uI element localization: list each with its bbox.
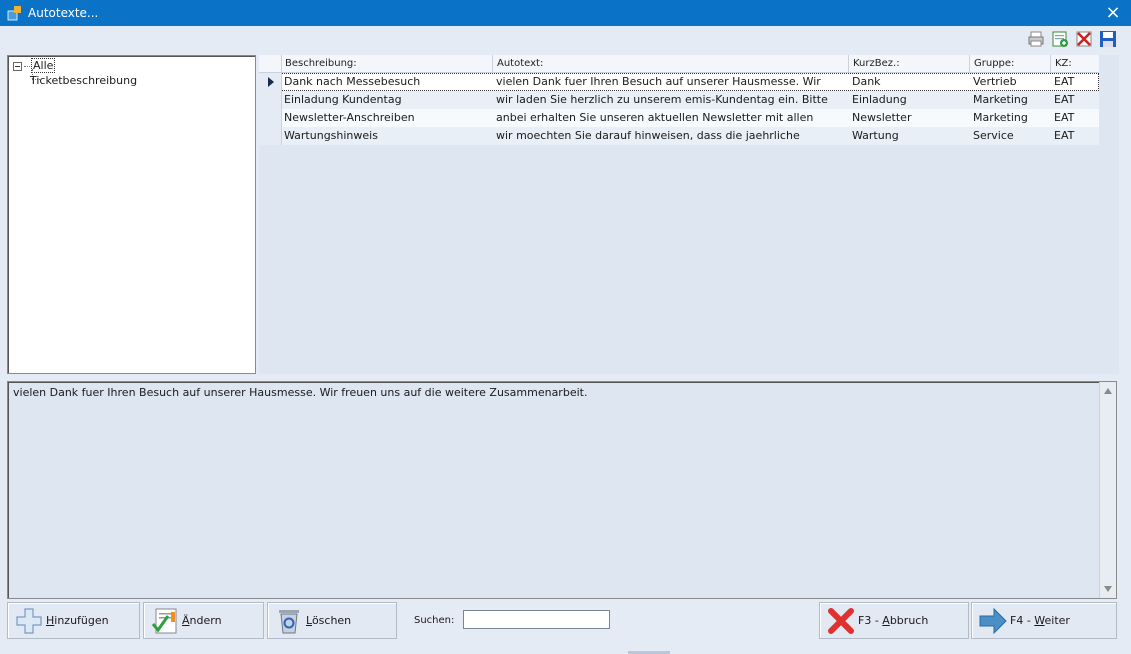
recycle-bin-icon — [279, 610, 299, 634]
window-title: Autotexte... — [28, 6, 99, 20]
table-row[interactable]: Wartungshinweis wir moechten Sie darauf … — [259, 127, 1099, 145]
scroll-up-icon[interactable] — [1104, 388, 1112, 394]
table-row[interactable]: Newsletter-Anschreiben anbei erhalten Si… — [259, 109, 1099, 127]
cell-kz: EAT — [1054, 93, 1075, 106]
app-icon — [7, 6, 21, 21]
tree-node-ticketbeschreibung[interactable]: Ticketbeschreibung — [30, 74, 137, 87]
memo-text: vielen Dank fuer Ihren Besuch auf unsere… — [13, 386, 588, 399]
scroll-down-icon[interactable] — [1104, 586, 1112, 592]
printer-icon[interactable] — [1027, 30, 1045, 48]
tree-node-root[interactable]: Alle — [13, 58, 56, 73]
cell-autotext: vielen Dank fuer Ihren Besuch auf unsere… — [496, 75, 821, 88]
cell-gruppe: Marketing — [973, 93, 1028, 106]
close-icon[interactable]: × — [1105, 2, 1121, 23]
cell-autotext: anbei erhalten Sie unseren aktuellen New… — [496, 111, 814, 124]
cell-kz: EAT — [1054, 75, 1075, 88]
cell-autotext: wir moechten Sie darauf hinweisen, dass … — [496, 129, 800, 142]
cell-beschreibung: Einladung Kundentag — [284, 93, 402, 106]
table-row[interactable]: Dank nach Messebesuch vielen Dank fuer I… — [259, 73, 1099, 91]
cell-gruppe: Service — [973, 129, 1014, 142]
collapse-icon[interactable] — [13, 61, 22, 71]
header-beschreibung[interactable]: Beschreibung: — [285, 58, 357, 69]
cell-beschreibung: Dank nach Messebesuch — [284, 75, 421, 88]
current-row-icon — [268, 77, 274, 87]
memo-scrollbar[interactable] — [1099, 382, 1116, 598]
new-document-icon[interactable] — [1051, 30, 1069, 48]
cell-beschreibung: Wartungshinweis — [284, 129, 378, 142]
cell-gruppe: Marketing — [973, 111, 1028, 124]
cell-kurzbez: Einladung — [852, 93, 907, 106]
table-row[interactable]: Einladung Kundentag wir laden Sie herzli… — [259, 91, 1099, 109]
tree-node-label: Ticketbeschreibung — [30, 74, 138, 87]
tree-node-label: Alle — [31, 58, 56, 73]
search-input[interactable] — [463, 610, 610, 629]
autotext-memo[interactable]: vielen Dank fuer Ihren Besuch auf unsere… — [7, 381, 1117, 599]
delete-button[interactable]: Löschen — [267, 602, 397, 639]
cell-kz: EAT — [1054, 129, 1075, 142]
header-gruppe[interactable]: Gruppe: — [974, 58, 1014, 69]
edit-button[interactable]: Ändern — [143, 602, 264, 639]
grid-header: Beschreibung: Autotext: KurzBez.: Gruppe… — [259, 55, 1099, 73]
red-x-icon — [828, 608, 854, 634]
cancel-button[interactable]: F3 - Abbruch — [819, 602, 969, 639]
cell-autotext: wir laden Sie herzlich zu unserem emis-K… — [496, 93, 828, 106]
floppy-save-icon[interactable] — [1099, 30, 1117, 48]
cell-kurzbez: Newsletter — [852, 111, 912, 124]
delete-x-icon[interactable] — [1075, 30, 1093, 48]
category-tree[interactable]: Alle Ticketbeschreibung — [7, 55, 256, 374]
arrow-right-icon — [979, 607, 1007, 635]
edit-check-icon — [151, 608, 177, 634]
autotext-grid[interactable]: Beschreibung: Autotext: KurzBez.: Gruppe… — [259, 55, 1119, 374]
header-autotext[interactable]: Autotext: — [497, 58, 543, 69]
cell-kurzbez: Wartung — [852, 129, 899, 142]
add-button[interactable]: Hinzufügen — [7, 602, 140, 639]
cell-gruppe: Vertrieb — [973, 75, 1017, 88]
cell-kurzbez: Dank — [852, 75, 881, 88]
next-button[interactable]: F4 - Weiter — [971, 602, 1117, 639]
search-label: Suchen: — [414, 615, 455, 626]
plus-icon — [16, 608, 42, 634]
header-kurzbez[interactable]: KurzBez.: — [853, 58, 900, 69]
cell-kz: EAT — [1054, 111, 1075, 124]
bottom-strip — [0, 648, 1131, 654]
title-bar: Autotexte... × — [0, 0, 1131, 26]
header-kz[interactable]: KZ: — [1055, 58, 1072, 69]
cell-beschreibung: Newsletter-Anschreiben — [284, 111, 415, 124]
